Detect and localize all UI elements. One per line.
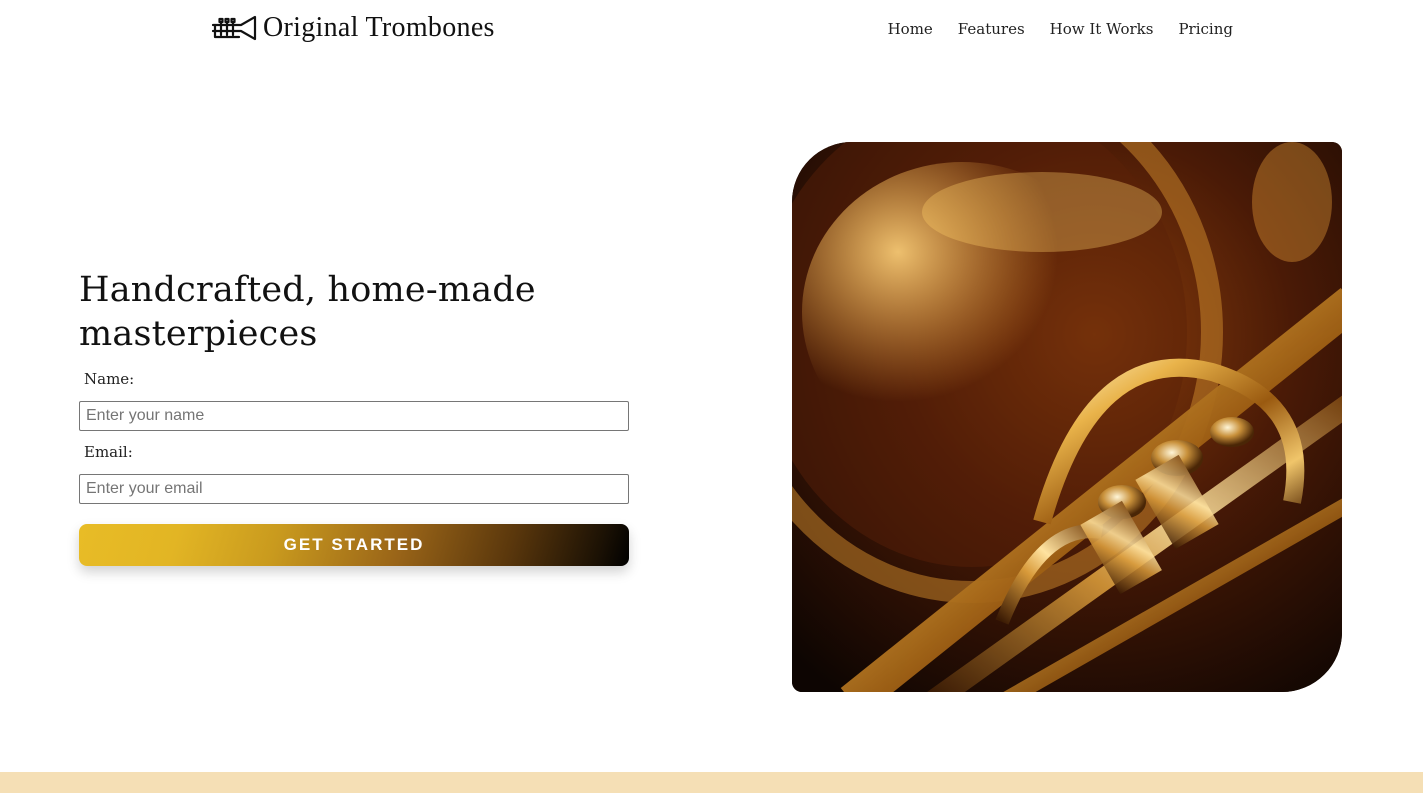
name-input[interactable] [79,401,629,431]
nav-item-how-it-works[interactable]: How It Works [1050,19,1154,39]
hero-section: Handcrafted, home-made masterpieces Name… [79,268,629,566]
signup-form: Name: Email: GET STARTED [79,369,629,566]
hero-title: Handcrafted, home-made masterpieces [79,270,536,354]
hero-image [792,142,1342,692]
email-label: Email: [84,443,133,461]
trombone-icon [211,15,257,41]
nav-item-features[interactable]: Features [958,19,1025,39]
main-nav: Home Features How It Works Pricing [888,19,1233,39]
brass-instrument-image [792,142,1342,692]
brand-logo[interactable]: Original Trombones [211,12,495,44]
name-label: Name: [84,370,135,388]
site-header: Original Trombones Home Features How It … [0,0,1423,60]
brand-name: Original Trombones [263,12,495,43]
email-input[interactable] [79,474,629,504]
nav-item-pricing[interactable]: Pricing [1178,19,1233,39]
footer-band [0,772,1423,793]
nav-item-home[interactable]: Home [888,19,933,39]
get-started-button[interactable]: GET STARTED [79,524,629,566]
